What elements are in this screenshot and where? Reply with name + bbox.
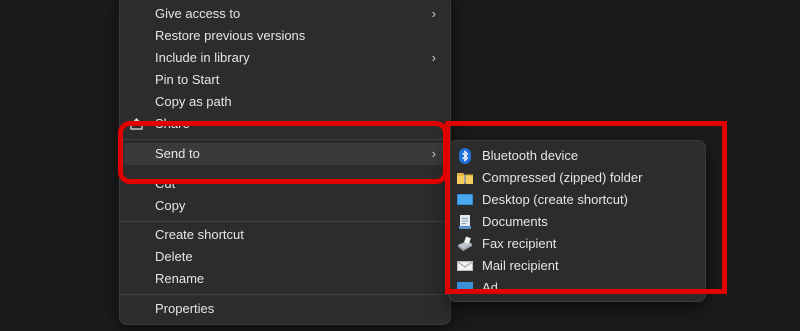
menu-item-label: Delete <box>155 249 193 264</box>
menu-item-label: Copy <box>155 198 186 213</box>
menu-item-include-in-library[interactable]: Include in library › <box>124 47 446 69</box>
submenu-item-label: Bluetooth device <box>482 148 579 163</box>
share-icon <box>130 118 143 130</box>
menu-item-copy-as-path[interactable]: Copy as path <box>124 91 446 113</box>
submenu-item-label: Ad... <box>482 280 509 295</box>
submenu-item-label: Mail recipient <box>482 258 559 273</box>
menu-item-pin-to-start[interactable]: Pin to Start <box>124 69 446 91</box>
menu-item-share[interactable]: Share <box>124 113 446 135</box>
menu-item-label: Pin to Start <box>155 72 220 87</box>
folder-icon <box>457 282 473 294</box>
submenu-item-partial[interactable]: Ad... <box>453 277 701 299</box>
menu-item-label: Include in library <box>155 50 250 65</box>
submenu-item-documents[interactable]: Documents <box>453 211 701 233</box>
menu-item-label: Give access to <box>155 6 241 21</box>
menu-item-properties[interactable]: Properties <box>124 298 446 320</box>
menu-item-label: Properties <box>155 301 215 316</box>
context-menu: Give access to › Restore previous versio… <box>119 0 451 325</box>
send-to-submenu: Bluetooth device Compressed (zipped) fol… <box>448 140 706 302</box>
desktop-icon <box>457 194 473 205</box>
chevron-right-icon: › <box>431 50 436 65</box>
zip-folder-icon <box>457 173 473 184</box>
menu-separator <box>120 139 450 140</box>
menu-item-rename[interactable]: Rename <box>124 268 446 290</box>
menu-item-cut[interactable]: Cut <box>124 173 446 195</box>
fax-icon <box>458 236 472 251</box>
submenu-item-label: Fax recipient <box>482 236 557 251</box>
menu-separator <box>120 221 450 222</box>
menu-item-copy[interactable]: Copy <box>124 195 446 217</box>
submenu-item-label: Documents <box>482 214 548 229</box>
menu-item-label: Restore previous versions <box>155 28 306 43</box>
submenu-item-bluetooth-device[interactable]: Bluetooth device <box>453 145 701 167</box>
chevron-right-icon: › <box>431 6 436 21</box>
chevron-right-icon: › <box>431 146 436 161</box>
menu-item-restore-previous-versions[interactable]: Restore previous versions <box>124 25 446 47</box>
menu-separator <box>120 294 450 295</box>
menu-item-label: Share <box>155 116 190 131</box>
menu-item-create-shortcut[interactable]: Create shortcut <box>124 224 446 246</box>
submenu-item-compressed-folder[interactable]: Compressed (zipped) folder <box>453 167 701 189</box>
menu-item-label: Send to <box>155 146 200 161</box>
menu-item-label: Rename <box>155 271 205 286</box>
menu-item-give-access[interactable]: Give access to › <box>124 3 446 25</box>
menu-item-send-to[interactable]: Send to › <box>124 143 446 165</box>
submenu-item-mail-recipient[interactable]: Mail recipient <box>453 255 701 277</box>
menu-item-label: Cut <box>155 176 176 191</box>
bluetooth-icon <box>459 148 471 164</box>
submenu-item-fax-recipient[interactable]: Fax recipient <box>453 233 701 255</box>
submenu-item-desktop-shortcut[interactable]: Desktop (create shortcut) <box>453 189 701 211</box>
menu-item-label: Copy as path <box>155 94 232 109</box>
documents-icon <box>459 215 471 229</box>
mail-icon <box>457 261 473 271</box>
menu-item-label: Create shortcut <box>155 227 244 242</box>
submenu-item-label: Compressed (zipped) folder <box>482 170 643 185</box>
submenu-item-label: Desktop (create shortcut) <box>482 192 628 207</box>
menu-item-delete[interactable]: Delete <box>124 246 446 268</box>
